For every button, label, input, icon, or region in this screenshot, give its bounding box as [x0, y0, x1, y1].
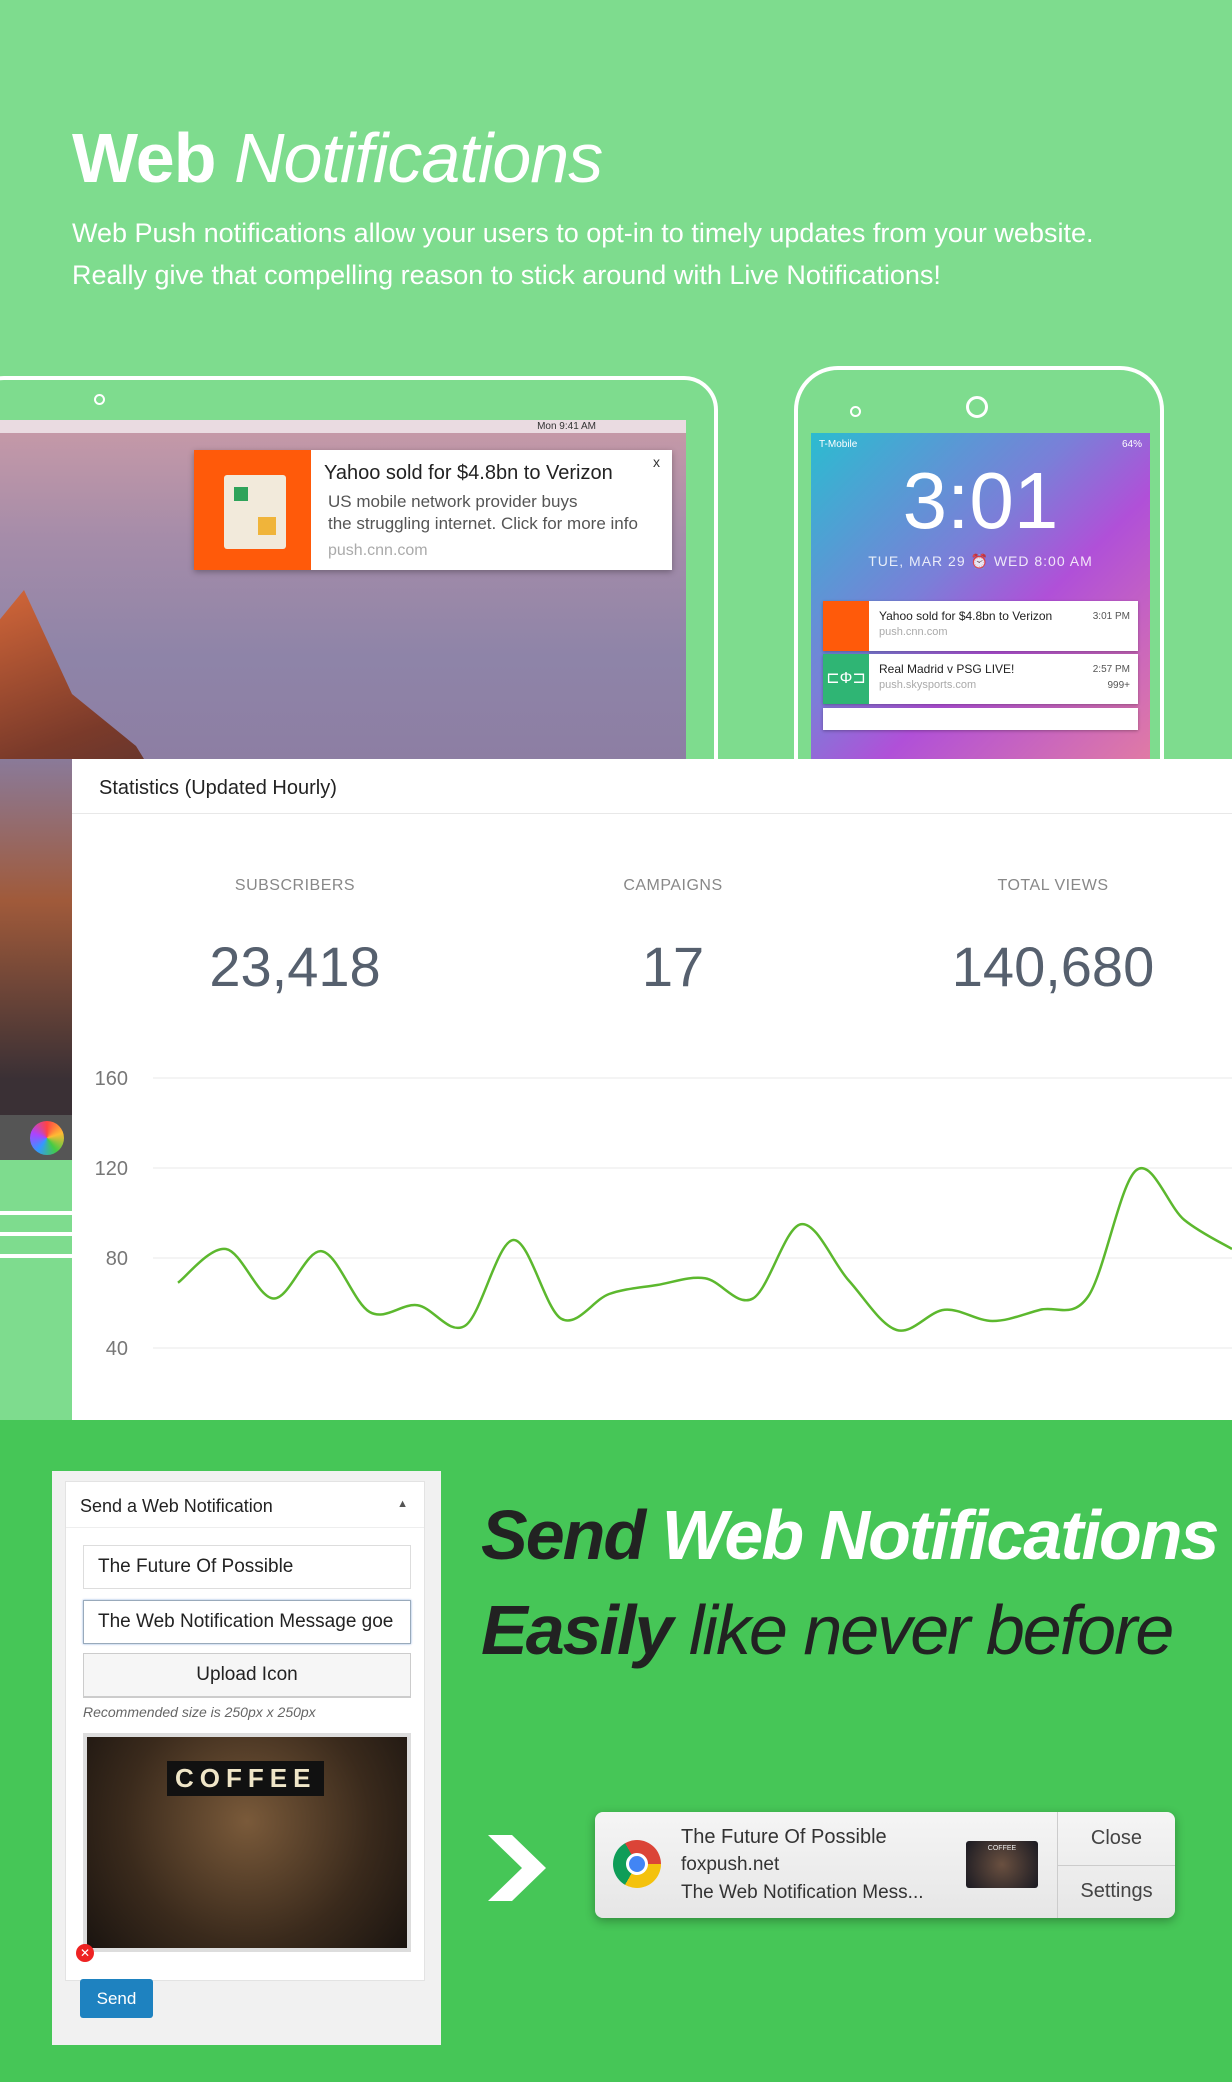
menubar-clock: Mon 9:41 AM [537, 421, 596, 432]
close-icon[interactable]: x [653, 454, 660, 470]
camera-icon [966, 396, 988, 418]
divider [0, 1211, 72, 1215]
newspaper-icon [224, 475, 286, 549]
coffee-shop-image: COFFEE [83, 1733, 411, 1952]
headline-line-1: Send Web Notifications [481, 1496, 1219, 1574]
y-tick-label: 160 [95, 1068, 128, 1090]
metric-label: CAMPAIGNS [623, 877, 723, 894]
subtitle-line-2: Really give that compelling reason to st… [72, 260, 941, 290]
notification-body-2: the struggling internet. Click for more … [328, 514, 638, 533]
size-hint: Recommended size is 250px x 250px [83, 1704, 316, 1720]
phone-notification-title: Yahoo sold for $4.8bn to Verizon [879, 609, 1053, 623]
page-title: Web Notifications [72, 119, 603, 197]
chrome-notification[interactable]: The Future Of Possible foxpush.net The W… [595, 1812, 1175, 1918]
coffee-sign: COFFEE [167, 1761, 325, 1796]
message-input[interactable]: The Web Notification Message goe [83, 1600, 411, 1644]
desktop-wallpaper-edge [0, 759, 72, 1115]
notification-body-1: US mobile network provider buys [328, 492, 578, 511]
y-tick-label: 120 [95, 1158, 128, 1180]
notification-source: push.cnn.com [328, 542, 428, 559]
chevron-right-icon [488, 1835, 546, 1901]
mountain-wallpaper [0, 590, 280, 759]
line-chart: 160 120 80 40 [95, 1068, 1232, 1360]
newspaper-icon [823, 601, 869, 651]
football-pitch-icon: ⊏Φ⊐ [823, 654, 869, 704]
metric-label: SUBSCRIBERS [234, 877, 356, 894]
divider [0, 1254, 72, 1258]
divider [72, 813, 1232, 814]
metric-value: 23,418 [209, 935, 381, 998]
phone-notification-overflow[interactable] [823, 708, 1138, 730]
collapse-toggle-icon[interactable]: ▲ [397, 1498, 408, 1510]
form-header: Send a Web Notification [80, 1496, 273, 1516]
stats-header: Statistics (Updated Hourly) [99, 777, 337, 799]
notification-thumbnail: COFFEE [966, 1841, 1038, 1888]
sensor-icon [850, 406, 861, 417]
metric-value: 140,680 [951, 935, 1155, 998]
notification-title: Yahoo sold for $4.8bn to Verizon [324, 462, 613, 484]
chrome-notification-message: The Web Notification Mess... [681, 1882, 924, 1903]
close-button[interactable]: Close [1058, 1812, 1175, 1865]
phone-notification[interactable]: Yahoo sold for $4.8bn to Verizon push.cn… [823, 601, 1138, 651]
y-tick-label: 40 [106, 1338, 128, 1360]
headline-line-2: Easily like never before [481, 1591, 1174, 1669]
metric-value: 17 [641, 935, 705, 998]
desktop-screen: Mon 9:41 AM Yahoo sold for $4.8bn to Ver… [0, 420, 686, 759]
subtitle-line-1: Web Push notifications allow your users … [72, 218, 1094, 248]
upload-icon-button[interactable]: Upload Icon [83, 1653, 411, 1697]
menu-bar: Mon 9:41 AM [0, 420, 686, 433]
metric-label: TOTAL VIEWS [997, 877, 1109, 894]
statistics-panel: Statistics (Updated Hourly) SUBSCRIBERS 2… [72, 759, 1232, 1420]
series-line [177, 1166, 1232, 1332]
lock-date: TUE, MAR 29 ⏰ WED 8:00 AM [868, 553, 1093, 569]
phone-notification-source: push.skysports.com [879, 679, 977, 691]
carrier-label: T-Mobile [819, 439, 858, 450]
divider [0, 1232, 72, 1236]
phone-notification-time: 3:01 PM [1092, 611, 1130, 622]
title-input[interactable]: The Future Of Possible [83, 1545, 411, 1589]
phone-notification-count: 999+ [1107, 680, 1130, 691]
chrome-notification-site: foxpush.net [681, 1854, 780, 1875]
phone-notification-source: push.cnn.com [879, 626, 948, 638]
phone-notification-time: 2:57 PM [1092, 664, 1130, 675]
camera-icon [94, 394, 105, 405]
send-button[interactable]: Send [80, 1979, 153, 2018]
phone-lock-screen: T-Mobile 64% 3:01 TUE, MAR 29 ⏰ WED 8:00… [811, 433, 1150, 759]
phone-notification[interactable]: ⊏Φ⊐ Real Madrid v PSG LIVE! push.skyspor… [823, 654, 1138, 704]
y-tick-label: 80 [106, 1248, 128, 1270]
battery-label: 64% [1121, 439, 1142, 450]
chrome-icon [613, 1840, 661, 1888]
remove-image-icon[interactable]: ✕ [76, 1944, 94, 1962]
settings-button[interactable]: Settings [1058, 1865, 1175, 1918]
photos-icon[interactable] [30, 1121, 64, 1155]
desktop-notification[interactable]: Yahoo sold for $4.8bn to Verizon US mobi… [194, 450, 672, 570]
lock-clock: 3:01 [902, 456, 1059, 545]
send-notification-form: Send a Web Notification ▲ The Future Of … [52, 1471, 441, 2045]
phone-notification-title: Real Madrid v PSG LIVE! [879, 662, 1015, 676]
dock [0, 1115, 72, 1160]
chrome-notification-title: The Future Of Possible [681, 1826, 887, 1848]
notification-icon [194, 450, 311, 570]
